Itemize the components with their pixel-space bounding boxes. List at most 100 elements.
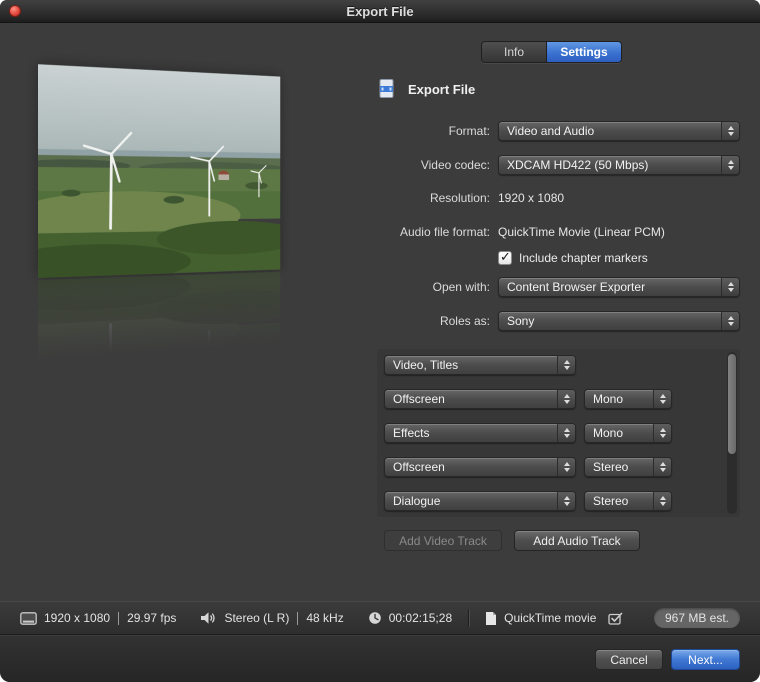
video-preview: [38, 64, 338, 384]
clock-icon: [368, 611, 382, 625]
divider: [118, 612, 119, 625]
chapter-markers-row: ✓ Include chapter markers: [368, 248, 740, 268]
add-video-track-label: Add Video Track: [399, 534, 487, 548]
resolution-value: 1920 x 1080: [498, 191, 564, 205]
export-file-document-icon: [376, 78, 398, 100]
track-value: Effects: [385, 426, 557, 440]
channel-select-row-3[interactable]: Mono: [584, 423, 672, 443]
resolution-label: Resolution:: [368, 191, 490, 205]
popup-arrows-icon: [721, 278, 739, 296]
track-select-row-5[interactable]: Dialogue: [384, 491, 576, 511]
popup-arrows-icon: [721, 156, 739, 174]
channel-value: Mono: [585, 392, 653, 406]
popup-arrows-icon: [721, 312, 739, 330]
channel-select-row-4[interactable]: Stereo: [584, 457, 672, 477]
export-settings-form: Export File Format: Video and Audio Vide…: [368, 76, 740, 346]
format-value: Video and Audio: [499, 124, 721, 138]
audio-format-label: Audio file format:: [368, 225, 490, 239]
cancel-button[interactable]: Cancel: [595, 649, 663, 670]
track-value: Offscreen: [385, 460, 557, 474]
next-label: Next...: [688, 653, 723, 667]
roles-scrollbar-thumb[interactable]: [728, 354, 736, 454]
popup-arrows-icon: [653, 458, 671, 476]
close-icon[interactable]: [9, 5, 21, 17]
open-with-select[interactable]: Content Browser Exporter: [498, 277, 740, 297]
codec-row: Video codec: XDCAM HD422 (50 Mbps): [368, 155, 740, 175]
status-resolution: 1920 x 1080: [44, 611, 110, 625]
video-codec-select[interactable]: XDCAM HD422 (50 Mbps): [498, 155, 740, 175]
tab-info[interactable]: Info: [482, 42, 547, 62]
track-value: Dialogue: [385, 494, 557, 508]
export-dialog-window: Export File Info Settings Export Fil: [0, 0, 760, 682]
format-label: Format:: [368, 124, 490, 138]
popup-arrows-icon: [721, 122, 739, 140]
open-with-label: Open with:: [368, 280, 490, 294]
audio-format-row: Audio file format: QuickTime Movie (Line…: [368, 222, 740, 242]
status-framerate: 29.97 fps: [127, 611, 176, 625]
roles-as-select[interactable]: Sony: [498, 311, 740, 331]
popup-arrows-icon: [557, 492, 575, 510]
popup-arrows-icon: [557, 356, 575, 374]
track-value: Offscreen: [385, 392, 557, 406]
add-audio-track-button[interactable]: Add Audio Track: [514, 530, 640, 551]
status-timecode: 00:02:15;28: [389, 611, 452, 625]
status-file-type: QuickTime movie: [504, 611, 596, 625]
chapter-markers-label: Include chapter markers: [519, 251, 648, 265]
tab-info-label: Info: [504, 45, 524, 59]
window-title: Export File: [346, 4, 413, 19]
status-sample-rate: 48 kHz: [306, 611, 343, 625]
channel-select-row-5[interactable]: Stereo: [584, 491, 672, 511]
chapter-markers-checkbox[interactable]: ✓: [498, 251, 512, 265]
resolution-row: Resolution: 1920 x 1080: [368, 188, 740, 208]
tab-settings-label: Settings: [560, 45, 607, 59]
form-heading-label: Export File: [408, 82, 475, 97]
popup-arrows-icon: [653, 390, 671, 408]
file-size-badge: 967 MB est.: [654, 608, 740, 628]
popup-arrows-icon: [653, 492, 671, 510]
add-audio-track-label: Add Audio Track: [533, 534, 620, 548]
channel-value: Mono: [585, 426, 653, 440]
divider: [297, 612, 298, 625]
tab-settings[interactable]: Settings: [547, 42, 621, 62]
track-value: Video, Titles: [385, 358, 557, 372]
track-select-video-titles[interactable]: Video, Titles: [384, 355, 576, 375]
track-select-row-2[interactable]: Offscreen: [384, 389, 576, 409]
tab-bar: Info Settings: [481, 41, 622, 63]
format-select[interactable]: Video and Audio: [498, 121, 740, 141]
speaker-icon: [200, 611, 217, 625]
next-button[interactable]: Next...: [671, 649, 740, 670]
channel-value: Stereo: [585, 494, 653, 508]
status-bar: 1920 x 1080 29.97 fps Stereo (L R) 48 kH…: [0, 601, 760, 635]
status-audio-channels: Stereo (L R): [224, 611, 289, 625]
footer-bar: Cancel Next...: [0, 636, 760, 682]
roles-as-label: Roles as:: [368, 314, 490, 328]
document-icon: [485, 611, 497, 626]
track-select-row-3[interactable]: Effects: [384, 423, 576, 443]
titlebar: Export File: [0, 0, 760, 23]
channel-value: Stereo: [585, 460, 653, 474]
display-icon: [20, 612, 37, 625]
preview-image: [38, 64, 280, 278]
popup-arrows-icon: [557, 424, 575, 442]
checkbox-check-icon: ✓: [500, 249, 511, 265]
format-row: Format: Video and Audio: [368, 121, 740, 141]
form-heading: Export File: [376, 78, 475, 100]
track-select-row-4[interactable]: Offscreen: [384, 457, 576, 477]
checked-window-icon[interactable]: [608, 612, 623, 625]
codec-label: Video codec:: [368, 158, 490, 172]
popup-arrows-icon: [653, 424, 671, 442]
preview-reflection: [38, 271, 280, 372]
audio-format-value: QuickTime Movie (Linear PCM): [498, 225, 665, 239]
popup-arrows-icon: [557, 390, 575, 408]
open-with-row: Open with: Content Browser Exporter: [368, 277, 740, 297]
codec-value: XDCAM HD422 (50 Mbps): [499, 158, 721, 172]
popup-arrows-icon: [557, 458, 575, 476]
open-with-value: Content Browser Exporter: [499, 280, 721, 294]
add-video-track-button[interactable]: Add Video Track: [384, 530, 502, 551]
roles-scrollbar[interactable]: [727, 352, 737, 514]
roles-track-list: Video, Titles Offscreen Mono Effects Mon…: [377, 349, 740, 517]
divider: [468, 609, 469, 627]
roles-as-value: Sony: [499, 314, 721, 328]
channel-select-row-2[interactable]: Mono: [584, 389, 672, 409]
cancel-label: Cancel: [610, 653, 647, 667]
